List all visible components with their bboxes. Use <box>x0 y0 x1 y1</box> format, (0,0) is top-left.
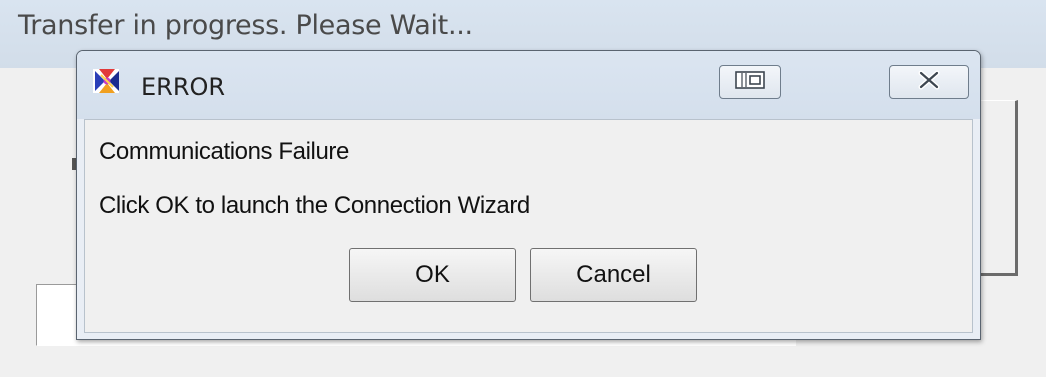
ok-button[interactable]: OK <box>349 248 516 302</box>
cancel-button[interactable]: Cancel <box>530 248 697 302</box>
error-dialog: ERROR Communications Failure Click OK to… <box>76 50 981 340</box>
dialog-titlebar[interactable]: ERROR <box>77 51 980 119</box>
app-logo-icon[interactable] <box>91 65 123 97</box>
background-panel-frame <box>980 100 1018 276</box>
dialog-title: ERROR <box>141 73 226 101</box>
close-button[interactable] <box>889 65 969 99</box>
instruction-message: Click OK to launch the Connection Wizard <box>99 192 530 219</box>
close-icon <box>917 70 941 95</box>
restore-button[interactable] <box>719 65 781 99</box>
dialog-content: Communications Failure Click OK to launc… <box>84 119 973 333</box>
error-message: Communications Failure <box>99 138 349 165</box>
background-window-title: Transfer in progress. Please Wait... <box>18 10 473 41</box>
restore-icon <box>735 70 765 94</box>
